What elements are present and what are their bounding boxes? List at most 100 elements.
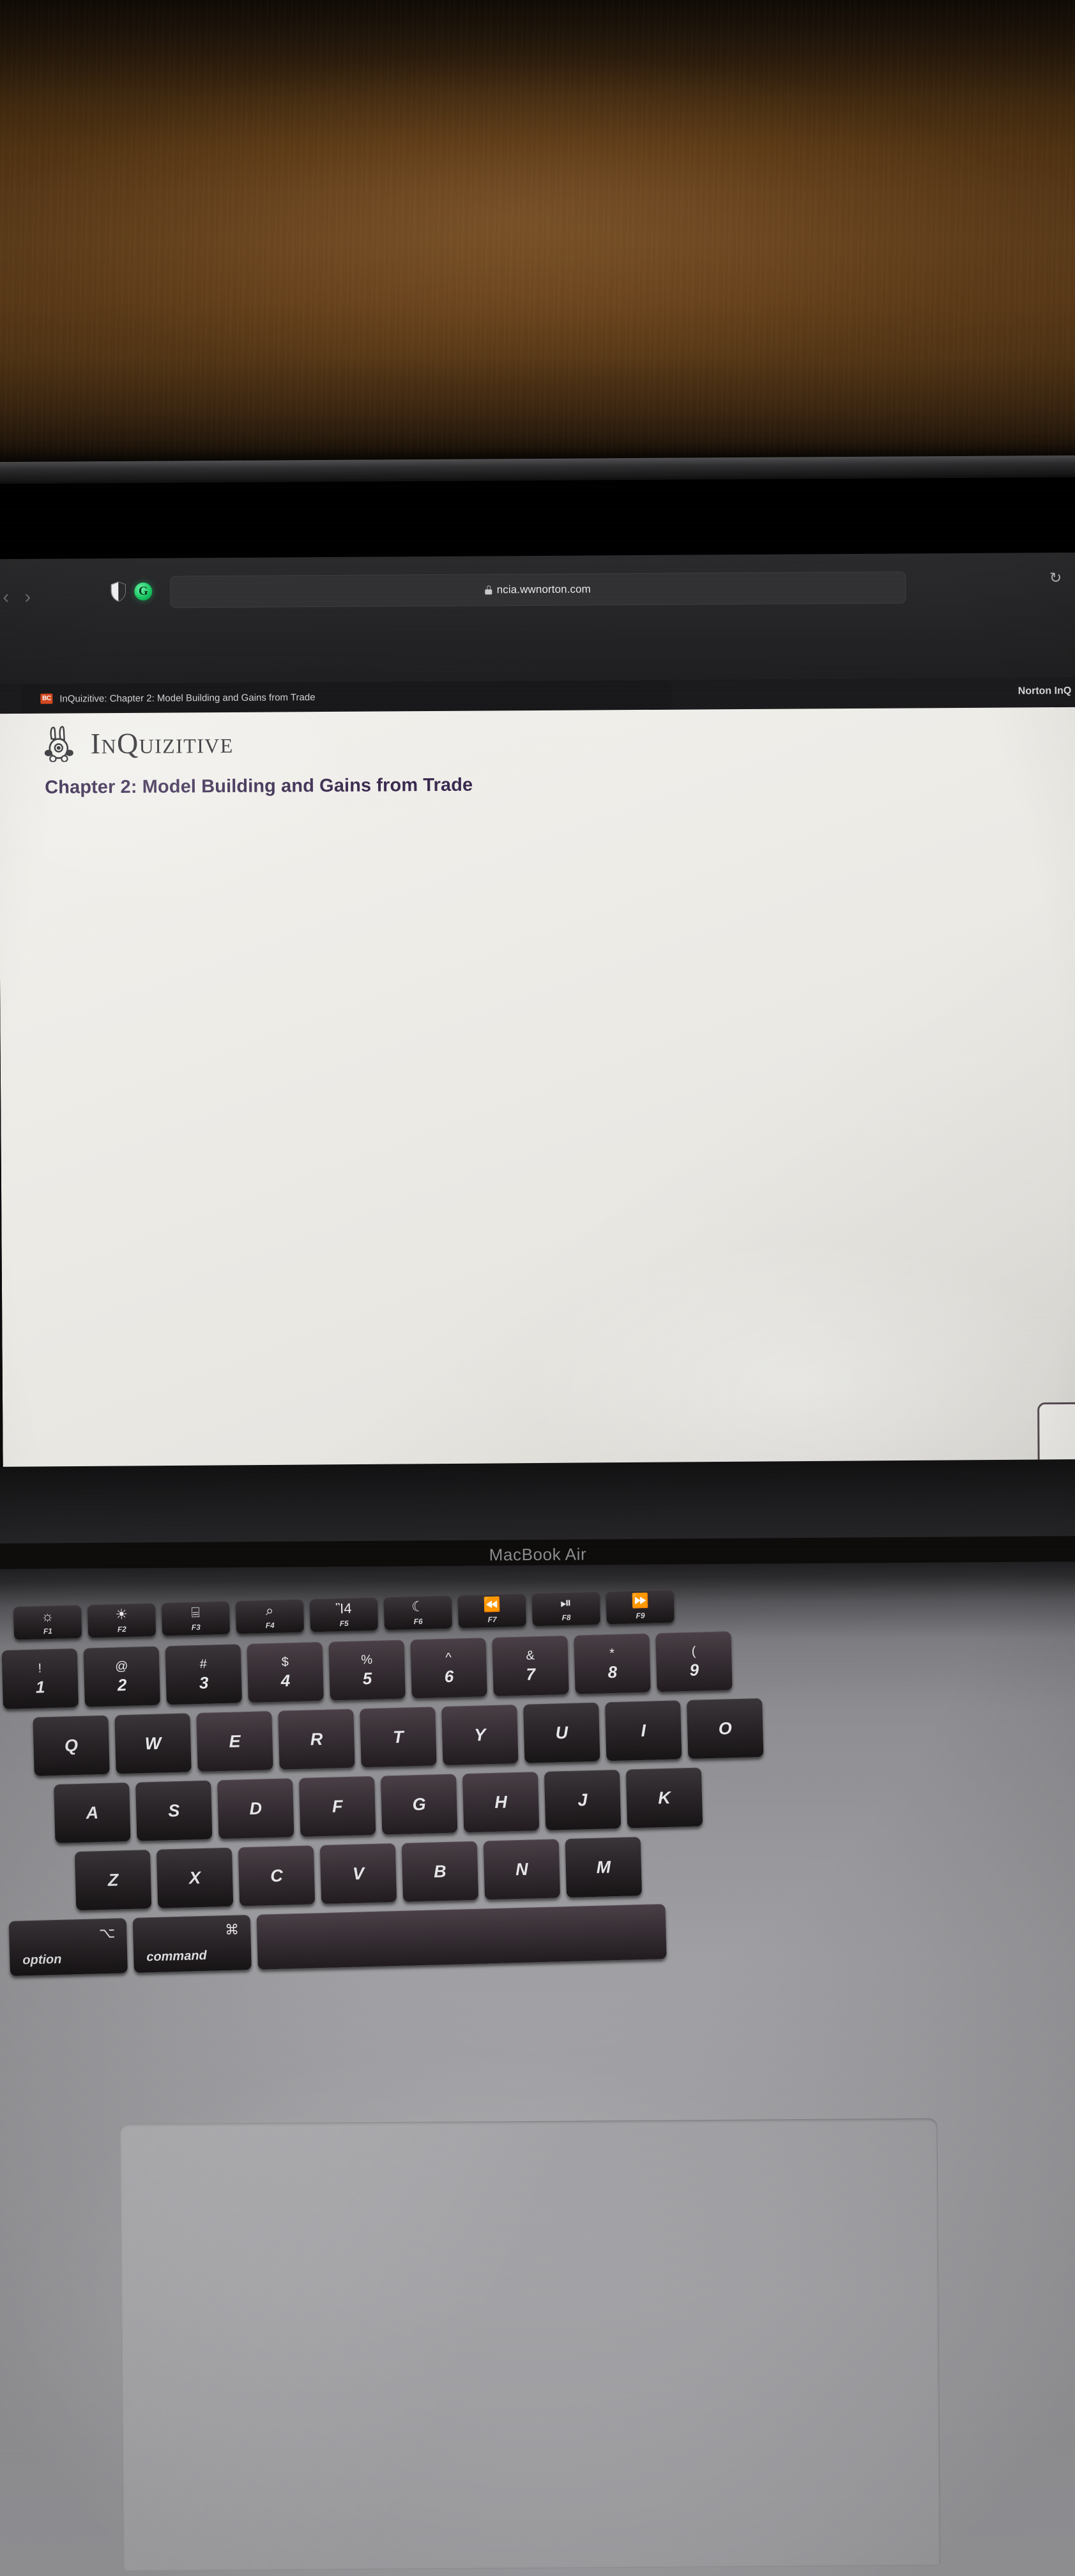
key-i[interactable]: I	[605, 1700, 682, 1761]
reload-icon[interactable]: ↻	[1049, 569, 1062, 586]
key-label: 1	[35, 1677, 45, 1697]
inquizitive-wordmark: InQuizitive	[90, 726, 234, 760]
key-f7[interactable]: ⏪ F7	[457, 1593, 526, 1629]
key-z[interactable]: Z	[74, 1850, 152, 1911]
key-glyph: ☾	[411, 1598, 425, 1615]
key-f4[interactable]: ⌕ F4	[235, 1598, 305, 1634]
key-t[interactable]: T	[360, 1706, 437, 1768]
key-w[interactable]: W	[114, 1713, 192, 1774]
key-f1[interactable]: ☼ F1	[13, 1604, 82, 1640]
key-v[interactable]: V	[319, 1843, 397, 1905]
tab-favicon: BC	[40, 693, 53, 704]
key-glyph: ⏯	[560, 1594, 572, 1611]
browser-nav-arrows[interactable]: ‹›	[3, 585, 60, 611]
laptop-lid: ‹› G ncia.wwnorton.com ↻ BC InQuizitive:…	[0, 455, 1075, 1498]
key-shift-glyph: $	[281, 1655, 289, 1669]
keyboard[interactable]: ☼ F1 ☀ F2 ⌸ F3 ⌕ F4 Ἲ4 F5 ☾ F6 ⏪ F7 ⏯ F8 ⏩ F9 ! 1 @2 #3 $4% 5 ^…	[0, 1570, 1075, 2076]
key-6[interactable]: ^ 6	[410, 1637, 487, 1699]
key-g[interactable]: G	[380, 1774, 458, 1835]
keyboard-letter-row-3[interactable]: ZXCVBNM	[74, 1837, 643, 1911]
key-f2[interactable]: ☀ F2	[87, 1602, 156, 1638]
key-space[interactable]	[256, 1904, 667, 1970]
key-n[interactable]: N	[483, 1839, 561, 1900]
key-shift-glyph: &	[526, 1648, 535, 1663]
privacy-shield-icon[interactable]	[110, 581, 126, 602]
key-label: 8	[607, 1662, 618, 1682]
key-glyph: ⌸	[191, 1604, 201, 1621]
key-label: 3	[199, 1673, 209, 1693]
key-label: F3	[191, 1622, 201, 1632]
extension-icon[interactable]: G	[134, 582, 153, 601]
key-7[interactable]: & 7	[492, 1635, 569, 1696]
key-e[interactable]: E	[196, 1711, 273, 1772]
keyboard-number-row[interactable]: ! 1 @2 #3 $4% 5 ^ 6 & 7 * 8(9	[1, 1631, 733, 1710]
key-h[interactable]: H	[462, 1772, 540, 1833]
keyboard-modifier-row[interactable]: ⌥ option ⌘ command	[8, 1904, 667, 1976]
padlock-icon	[485, 585, 492, 595]
key-f5[interactable]: Ἲ4 F5	[309, 1597, 379, 1632]
address-bar[interactable]: ncia.wwnorton.com	[170, 571, 906, 608]
key-label: 5	[362, 1668, 372, 1689]
key-s[interactable]: S	[135, 1780, 213, 1841]
keyboard-letter-row-2[interactable]: ASDFGHJK	[54, 1767, 703, 1843]
key-option[interactable]: ⌥ option	[8, 1918, 128, 1976]
key-glyph: ⌕	[265, 1602, 274, 1619]
key-f6[interactable]: ☾ F6	[383, 1595, 452, 1630]
inquizitive-logo: InQuizitive	[43, 724, 234, 763]
key-j[interactable]: J	[544, 1769, 621, 1830]
key-1[interactable]: ! 1	[1, 1648, 79, 1710]
key-8[interactable]: * 8	[574, 1633, 651, 1694]
key-glyph: ☼	[40, 1607, 54, 1625]
key-d[interactable]: D	[217, 1778, 294, 1839]
key-4[interactable]: $4	[247, 1641, 324, 1703]
key-label: 9	[689, 1660, 699, 1680]
key-x[interactable]: X	[156, 1847, 234, 1908]
key-u[interactable]: U	[523, 1702, 600, 1763]
key-glyph: Ἲ4	[335, 1600, 352, 1617]
screen-chin	[0, 1459, 1075, 1544]
key-label: F7	[487, 1614, 497, 1625]
key-f3[interactable]: ⌸ F3	[161, 1600, 231, 1636]
key-y[interactable]: Y	[441, 1705, 519, 1766]
key-shift-glyph: ^	[445, 1650, 452, 1665]
browser-toolbar: ‹› G ncia.wwnorton.com ↻	[0, 552, 1075, 685]
key-c[interactable]: C	[238, 1845, 316, 1906]
key-9[interactable]: (9	[655, 1631, 733, 1692]
key-symbol: ⌥	[98, 1924, 116, 1942]
key-f[interactable]: F	[299, 1775, 376, 1837]
key-5[interactable]: % 5	[328, 1639, 406, 1701]
key-q[interactable]: Q	[33, 1715, 110, 1776]
key-f9[interactable]: ⏩ F9	[606, 1589, 675, 1625]
key-k[interactable]: K	[625, 1767, 703, 1828]
key-label: 7	[526, 1664, 536, 1684]
url-text: ncia.wwnorton.com	[496, 583, 591, 596]
trackpad[interactable]	[119, 2118, 941, 2572]
key-b[interactable]: B	[401, 1841, 479, 1902]
browser-tab-active[interactable]: BC InQuizitive: Chapter 2: Model Buildin…	[21, 680, 672, 714]
bunny-rabbit-icon	[43, 724, 78, 763]
key-r[interactable]: R	[278, 1708, 355, 1770]
key-2[interactable]: @2	[83, 1646, 160, 1707]
key-label: F2	[117, 1624, 127, 1634]
key-label: F9	[636, 1611, 645, 1621]
key-shift-glyph: (	[691, 1644, 696, 1659]
keyboard-letter-row-1[interactable]: QWERTYUIO	[33, 1698, 764, 1776]
key-f8[interactable]: ⏯ F8	[531, 1591, 600, 1627]
key-m[interactable]: M	[565, 1837, 643, 1898]
key-label: F1	[43, 1627, 53, 1636]
key-label: 4	[280, 1671, 291, 1690]
key-shift-glyph: %	[361, 1652, 373, 1667]
device-name-label: MacBook Air	[489, 1544, 586, 1565]
key-glyph: ⏩	[630, 1592, 649, 1609]
key-o[interactable]: O	[687, 1698, 764, 1759]
key-glyph: ☀	[115, 1606, 128, 1623]
web-page-content: InQuizitive Chapter 2: Model Building an…	[0, 707, 1075, 1481]
key-label: F4	[265, 1620, 275, 1630]
key-symbol: ⌘	[224, 1921, 240, 1938]
key-command[interactable]: ⌘ command	[132, 1915, 252, 1973]
key-shift-glyph: *	[609, 1646, 615, 1661]
key-3[interactable]: #3	[165, 1644, 242, 1705]
key-a[interactable]: A	[54, 1782, 131, 1843]
wood-desk-background	[0, 0, 1075, 474]
window-title: Norton InQ	[1018, 685, 1072, 697]
